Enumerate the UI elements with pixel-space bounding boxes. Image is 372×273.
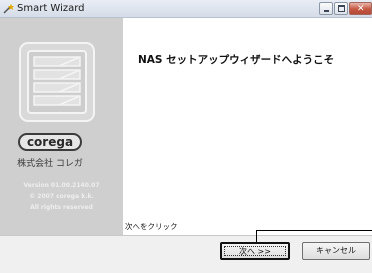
- cancel-button[interactable]: キャンセル: [302, 242, 370, 260]
- next-button[interactable]: 次へ >>: [220, 242, 290, 260]
- copyright-text: © 2007 corega k.k.: [29, 193, 94, 200]
- company-name: 株式会社 コレガ: [17, 159, 83, 169]
- version-text: Version 01.00.2140.07: [23, 182, 100, 189]
- wizard-icon: [3, 4, 14, 14]
- cancel-button-label: キャンセル: [316, 246, 356, 255]
- logo-text: corega: [26, 135, 74, 149]
- window-title: Smart Wizard: [17, 3, 85, 14]
- page-title: NAS セットアップウィザードへようこそ: [138, 54, 335, 66]
- minimize-icon: [324, 10, 329, 12]
- corega-logo: corega: [18, 133, 82, 151]
- sidebar-panel: corega 株式会社 コレガ Version 01.00.2140.07 © …: [0, 18, 123, 235]
- callout-line: [256, 230, 372, 231]
- close-button[interactable]: ✕: [349, 2, 372, 15]
- maximize-button[interactable]: [334, 2, 348, 15]
- nas-device-icon: [19, 42, 95, 122]
- instruction-text: 次へをクリック: [125, 222, 178, 231]
- next-button-label: 次へ >>: [239, 247, 271, 256]
- title-bar: Smart Wizard ✕: [0, 0, 372, 18]
- maximize-icon: [338, 5, 345, 12]
- close-icon: ✕: [357, 4, 365, 14]
- minimize-button[interactable]: [319, 2, 333, 15]
- rights-text: All rights reserved: [30, 204, 93, 211]
